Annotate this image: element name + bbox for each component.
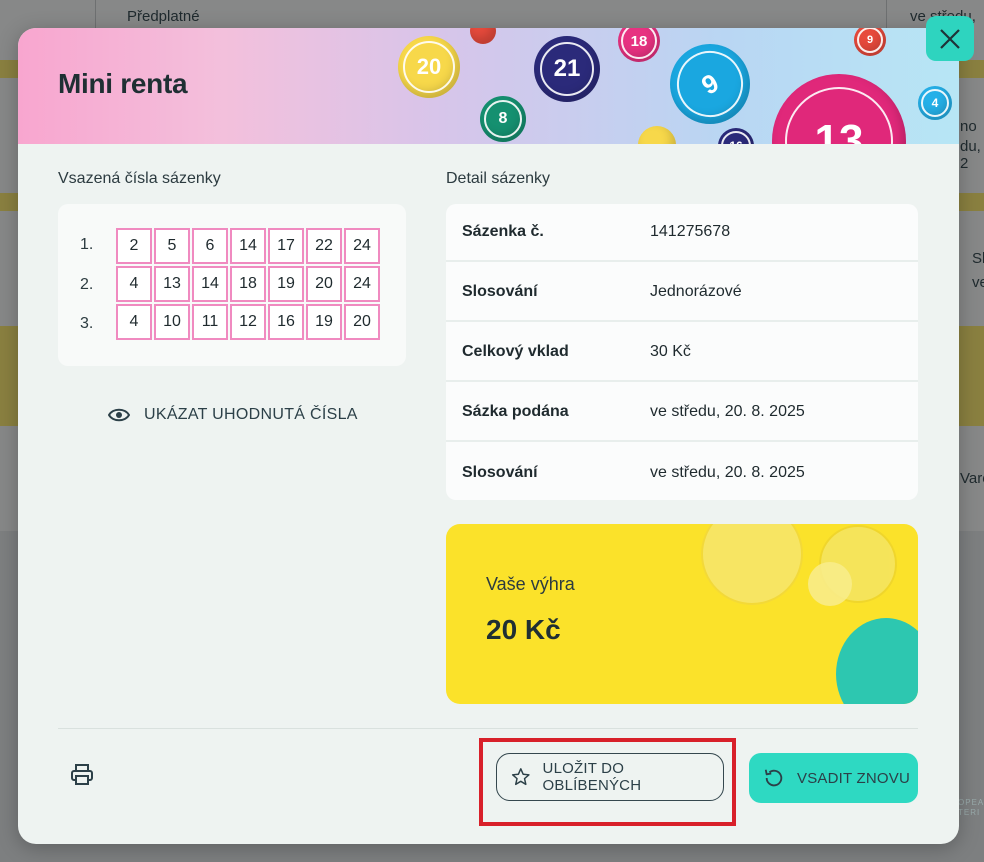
- ball-number: 16: [721, 131, 751, 144]
- row-index: 3.: [80, 315, 94, 332]
- lottery-ball: 13: [772, 74, 906, 144]
- lottery-ball: 18: [618, 28, 660, 62]
- lottery-ball: [638, 126, 676, 144]
- detail-key: Slosování: [462, 464, 538, 481]
- number-cell: 14: [230, 228, 266, 264]
- bg-logo-text: OPEA: [958, 798, 984, 807]
- number-cell: 19: [268, 266, 304, 302]
- show-guessed-numbers-link[interactable]: UKÁZAT UHODNUTÁ ČÍSLA: [108, 406, 358, 424]
- bg-divider: [95, 0, 96, 30]
- ball-number: 18: [621, 28, 657, 59]
- lottery-ball: 9: [664, 38, 756, 130]
- detail-row: Sázka podána ve středu, 20. 8. 2025: [446, 384, 918, 442]
- highlight-box: [479, 738, 736, 826]
- bg-text: du, 2: [960, 138, 981, 172]
- lottery-ball: 4: [918, 86, 952, 120]
- lottery-ball: 9: [854, 28, 886, 56]
- number-cell: 4: [116, 266, 152, 302]
- detail-key: Slosování: [462, 283, 538, 300]
- ticket-detail-card: Sázenka č. 141275678 Slosování Jednorázo…: [446, 204, 918, 500]
- number-cell: 22: [306, 228, 342, 264]
- lottery-ball: 21: [534, 36, 600, 102]
- bet-again-button[interactable]: VSADIT ZNOVU: [749, 753, 918, 803]
- detail-key: Sázenka č.: [462, 223, 544, 240]
- number-cell: 24: [344, 228, 380, 264]
- detail-row: Sázenka č. 141275678: [446, 204, 918, 262]
- number-cell: 4: [116, 304, 152, 340]
- win-label: Vaše výhra: [486, 574, 575, 594]
- detail-row: Slosování Jednorázové: [446, 264, 918, 322]
- print-button[interactable]: [70, 764, 98, 786]
- detail-value: ve středu, 20. 8. 2025: [650, 403, 805, 420]
- lottery-ball: 8: [480, 96, 526, 142]
- ticket-detail-modal: Mini renta 20 21 18 9 8 9 13 4 16 Vsazen…: [18, 28, 959, 844]
- ball-number: 4: [921, 89, 949, 117]
- detail-value: ve středu, 20. 8. 2025: [650, 464, 805, 481]
- detail-value: 30 Kč: [650, 343, 691, 360]
- detail-row: Slosování ve středu, 20. 8. 2025: [446, 444, 918, 500]
- modal-header-banner: Mini renta 20 21 18 9 8 9 13 4 16: [18, 28, 959, 144]
- footer-divider: [58, 728, 918, 729]
- bg-text: ve: [972, 274, 984, 291]
- bg-text: Sl: [972, 250, 984, 267]
- bg-logo-text: TERI: [958, 808, 981, 817]
- close-button[interactable]: [926, 16, 974, 61]
- ball-number: 9: [857, 28, 883, 53]
- number-cell: 19: [306, 304, 342, 340]
- detail-value: 141275678: [650, 223, 731, 240]
- bg-subscription-label: Předplatné: [127, 8, 200, 25]
- number-cell: 10: [154, 304, 190, 340]
- number-cell: 13: [154, 266, 190, 302]
- number-cell: 20: [306, 266, 342, 302]
- number-cell: 11: [192, 304, 228, 340]
- show-guessed-numbers-label: UKÁZAT UHODNUTÁ ČÍSLA: [144, 406, 358, 423]
- lottery-ball: [470, 28, 496, 44]
- ball-number: 13: [785, 87, 893, 144]
- refresh-icon: [764, 769, 783, 787]
- ball-number: 21: [540, 42, 594, 96]
- number-cell: 16: [268, 304, 304, 340]
- lottery-ball: 20: [398, 36, 460, 98]
- modal-title: Mini renta: [58, 68, 188, 99]
- number-cell: 24: [344, 266, 380, 302]
- number-cell: 20: [344, 304, 380, 340]
- number-cell: 5: [154, 228, 190, 264]
- number-cell: 2: [116, 228, 152, 264]
- bet-again-label: VSADIT ZNOVU: [797, 769, 910, 787]
- printer-icon: [71, 764, 93, 785]
- bg-divider: [886, 0, 887, 30]
- bet-numbers-label: Vsazená čísla sázenky: [58, 170, 221, 187]
- number-cell: 6: [192, 228, 228, 264]
- detail-key: Celkový vklad: [462, 343, 569, 360]
- ball-number: 20: [403, 41, 455, 93]
- number-cell: 18: [230, 266, 266, 302]
- ticket-detail-label: Detail sázenky: [446, 170, 551, 187]
- close-icon: [940, 28, 960, 49]
- number-cell: 12: [230, 304, 266, 340]
- lottery-ball: 16: [718, 128, 754, 144]
- detail-value: Jednorázové: [650, 283, 742, 300]
- bet-numbers-card: 1. 2. 3. 2 5 6 14 17 22 24 4 13 14 18 19 20 24 4 10 11 12…: [58, 204, 406, 366]
- number-cell: 14: [192, 266, 228, 302]
- detail-row: Celkový vklad 30 Kč: [446, 324, 918, 382]
- bg-text: Varo: [960, 470, 984, 487]
- row-index: 1.: [80, 236, 94, 253]
- win-card: Vaše výhra 20 Kč: [446, 524, 918, 704]
- row-index: 2.: [80, 276, 94, 293]
- detail-key: Sázka podána: [462, 403, 569, 420]
- bg-text: no: [960, 118, 977, 135]
- win-amount: 20 Kč: [486, 614, 561, 645]
- eye-icon: [108, 408, 130, 422]
- number-cell: 17: [268, 228, 304, 264]
- ball-number: 8: [484, 100, 522, 138]
- ball-number: 9: [664, 38, 756, 130]
